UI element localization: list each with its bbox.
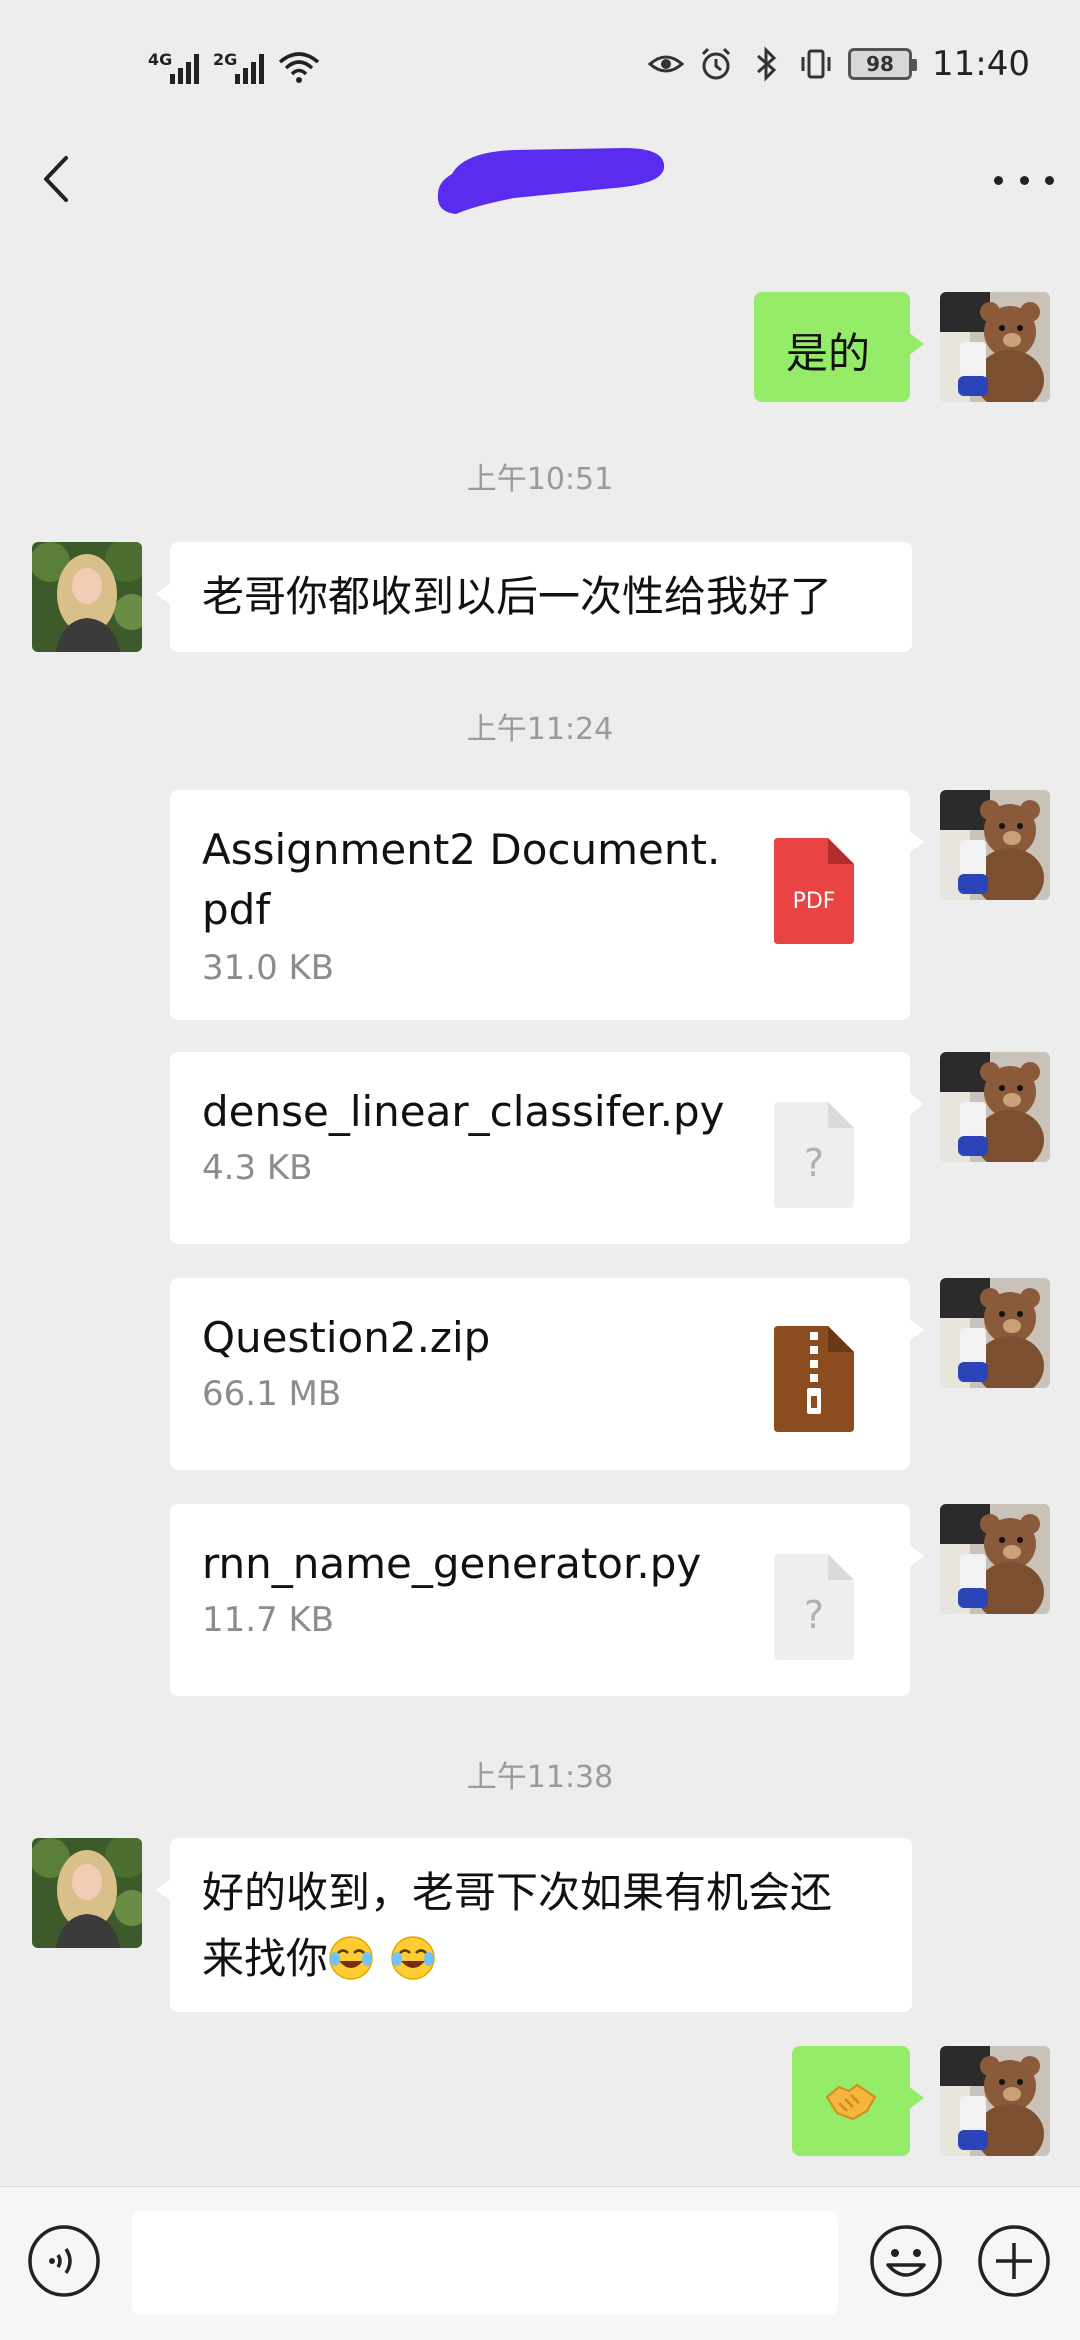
signal-4g-icon: 4G <box>148 50 199 84</box>
network-type-label: 2G <box>213 50 238 69</box>
my-avatar[interactable] <box>940 1052 1050 1162</box>
my-avatar[interactable] <box>940 1504 1050 1614</box>
outgoing-emoji-bubble[interactable] <box>792 2046 924 2156</box>
unknown-file-label: ? <box>804 1593 824 1637</box>
my-avatar[interactable] <box>940 1278 1050 1388</box>
unknown-file-icon: ? <box>774 1554 854 1660</box>
bluetooth-icon <box>757 46 777 82</box>
unknown-file-label: ? <box>804 1141 824 1185</box>
message-input-bar <box>0 2186 1080 2340</box>
status-left: 4G 2G <box>148 42 320 84</box>
status-bar: 4G 2G 98 11:40 <box>0 0 1080 130</box>
contact-avatar[interactable] <box>32 1838 142 1948</box>
incoming-message-bubble[interactable]: 老哥你都收到以后一次性给我好了 <box>156 542 912 652</box>
status-right: 98 11:40 <box>648 44 1030 84</box>
outgoing-message-bubble[interactable]: 是的 <box>754 292 924 402</box>
back-button[interactable] <box>30 144 90 214</box>
file-name: Question2.zip <box>202 1313 491 1362</box>
file-name: rnn_name_generator.py <box>202 1539 702 1588</box>
more-options-button[interactable] <box>994 160 1054 200</box>
tears-of-joy-emoji-icon <box>328 1935 374 1981</box>
my-avatar[interactable] <box>940 2046 1050 2156</box>
message-text: 老哥你都收到以后一次性给我好了 <box>202 572 833 621</box>
file-message-card[interactable]: dense_linear_classifer.py 4.3 KB ? <box>170 1052 924 1244</box>
message-text-input[interactable] <box>132 2211 838 2315</box>
my-avatar[interactable] <box>940 292 1050 402</box>
my-avatar[interactable] <box>940 790 1050 900</box>
more-functions-plus-button[interactable] <box>976 2223 1052 2299</box>
unknown-file-icon: ? <box>774 1102 854 1208</box>
file-name: dense_linear_classifer.py <box>202 1087 725 1136</box>
timestamp: 上午11:38 <box>466 1760 614 1795</box>
contact-avatar[interactable] <box>32 542 142 652</box>
message-text-line: 来找你 <box>202 1926 880 1992</box>
file-size: 4.3 KB <box>202 1148 313 1188</box>
more-dots-icon <box>994 175 1003 185</box>
network-type-label: 4G <box>148 50 173 69</box>
vibrate-icon <box>801 49 831 79</box>
file-message-card[interactable]: Assignment2 Document.pdf 31.0 KB PDF <box>170 790 924 1020</box>
chat-header <box>0 130 1080 230</box>
battery-indicator: 98 <box>848 48 918 80</box>
battery-level: 98 <box>866 52 894 76</box>
message-text-line: 好的收到，老哥下次如果有机会还 <box>202 1868 833 1917</box>
voice-input-button[interactable] <box>26 2223 102 2299</box>
alarm-icon <box>701 47 731 80</box>
timestamp: 上午11:24 <box>466 712 614 747</box>
eye-icon <box>648 55 685 73</box>
clock-time: 11:40 <box>932 44 1030 84</box>
timestamp: 上午10:51 <box>466 462 614 497</box>
file-size: 66.1 MB <box>202 1374 342 1414</box>
signal-2g-icon: 2G <box>213 50 264 84</box>
pdf-file-icon: PDF <box>774 838 854 944</box>
contact-name-redacted <box>437 148 665 214</box>
file-name: Assignment2 Document.pdf <box>202 825 721 934</box>
file-size: 11.7 KB <box>202 1600 335 1640</box>
tears-of-joy-emoji-icon <box>390 1935 436 1981</box>
pdf-label: PDF <box>793 889 836 914</box>
incoming-message-bubble[interactable]: 好的收到，老哥下次如果有机会还 来找你 <box>156 1838 912 2012</box>
file-message-card[interactable]: rnn_name_generator.py 11.7 KB ? <box>170 1504 924 1696</box>
wifi-icon <box>278 52 320 83</box>
message-text: 是的 <box>786 329 871 378</box>
emoji-picker-button[interactable] <box>868 2223 944 2299</box>
file-message-card[interactable]: Question2.zip 66.1 MB <box>170 1278 924 1470</box>
file-size: 31.0 KB <box>202 948 335 988</box>
zip-file-icon <box>774 1326 854 1432</box>
handshake-emoji-icon <box>825 2083 877 2121</box>
message-text: 来找你 <box>202 1934 329 1983</box>
